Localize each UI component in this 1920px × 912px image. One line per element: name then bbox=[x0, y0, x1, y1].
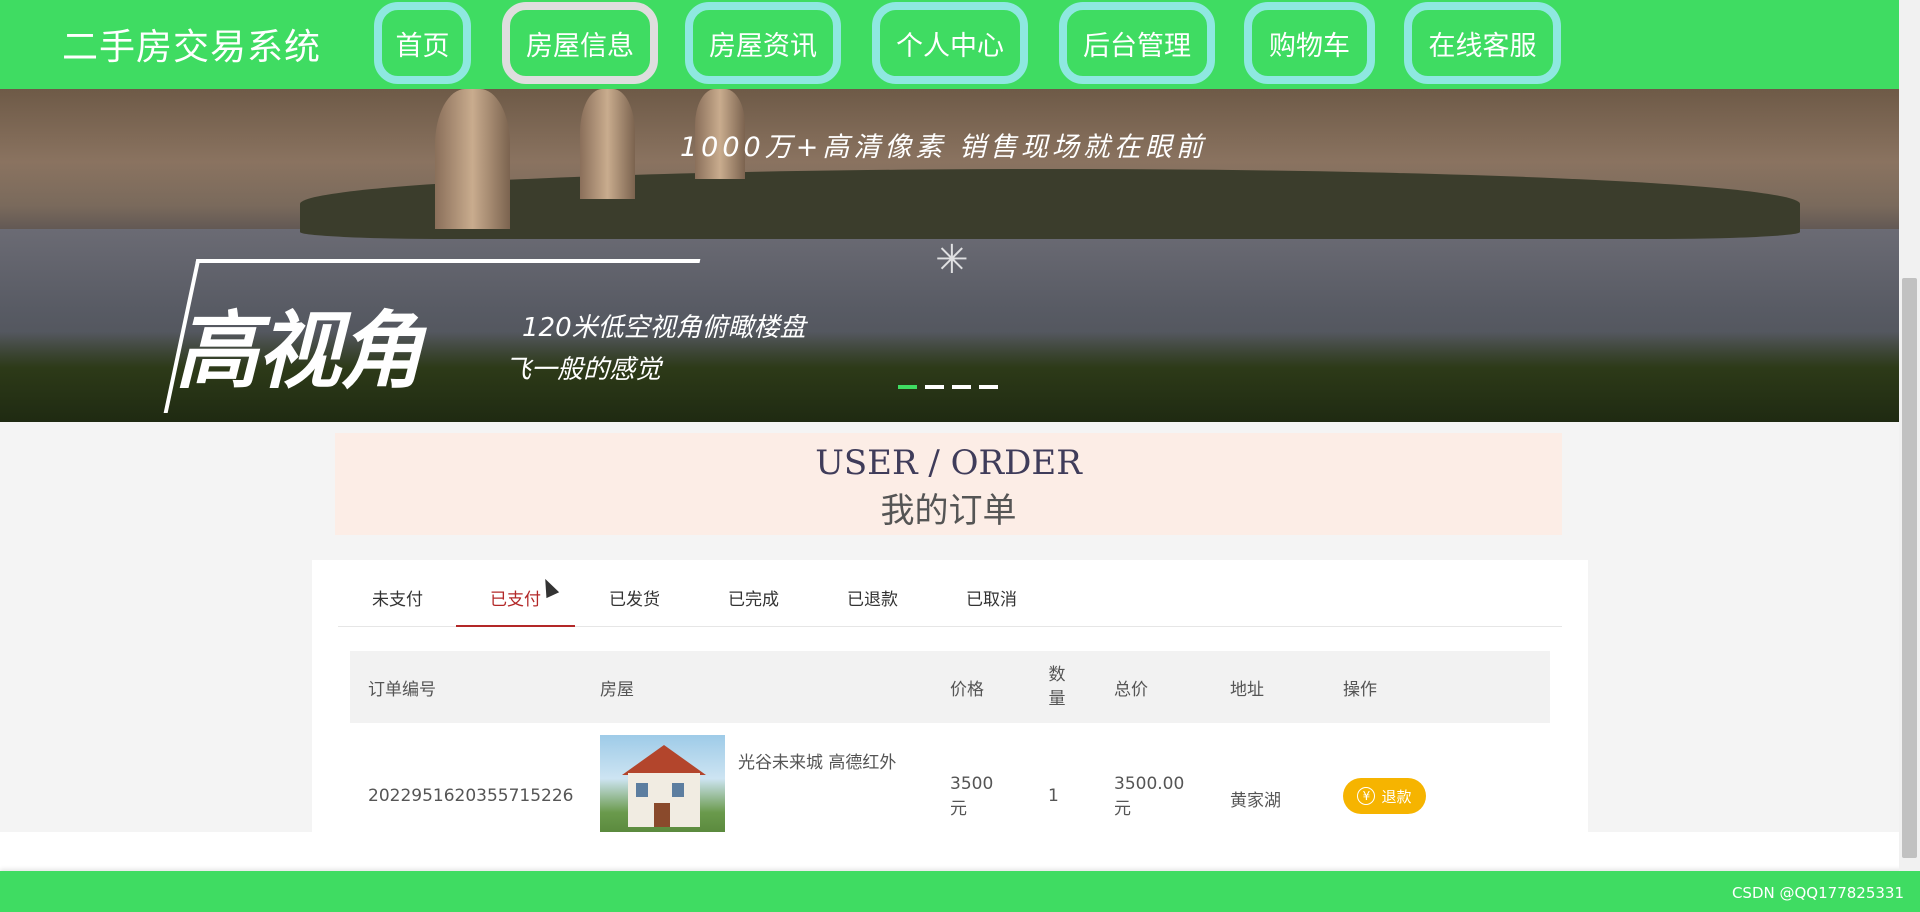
nav-online-service[interactable]: 在线客服 bbox=[1404, 2, 1561, 84]
tab-paid[interactable]: 已支付 bbox=[456, 574, 575, 627]
house-door bbox=[654, 803, 670, 827]
column-header-quantity: 数量 bbox=[1048, 665, 1066, 709]
column-header-price: 价格 bbox=[950, 679, 984, 700]
column-header-order-no: 订单编号 bbox=[368, 679, 436, 700]
yen-icon: ¥ bbox=[1357, 787, 1376, 805]
house-name[interactable]: 光谷未来城 高德红外 bbox=[738, 748, 896, 773]
carousel-dot[interactable] bbox=[952, 385, 971, 389]
banner-shore bbox=[300, 169, 1800, 239]
refund-button[interactable]: ¥ 退款 bbox=[1343, 778, 1426, 814]
vertical-scrollbar[interactable] bbox=[1899, 0, 1920, 871]
refund-button-label: 退款 bbox=[1381, 787, 1412, 806]
banner-tower bbox=[435, 89, 510, 229]
house-window bbox=[636, 783, 648, 797]
scrollbar-thumb[interactable] bbox=[1902, 278, 1917, 858]
total-price: 3500.00元 bbox=[1114, 774, 1185, 819]
banner-subtitle-2: 飞一般的感觉 bbox=[505, 355, 662, 385]
carousel-dot[interactable] bbox=[979, 385, 998, 389]
column-header-action: 操作 bbox=[1343, 679, 1377, 700]
banner-headline: 高视角 bbox=[175, 302, 423, 400]
quantity: 1 bbox=[1048, 786, 1059, 806]
site-title[interactable]: 二手房交易系统 bbox=[62, 18, 321, 70]
tab-completed[interactable]: 已完成 bbox=[694, 574, 813, 626]
house-roof bbox=[622, 745, 706, 775]
page-bottom-band bbox=[0, 832, 1899, 868]
price: 3500元 bbox=[950, 774, 994, 819]
footer-bar bbox=[0, 871, 1920, 912]
table-header: 订单编号 房屋 价格 数量 总价 地址 操作 bbox=[350, 651, 1550, 723]
nav-house-news[interactable]: 房屋资讯 bbox=[685, 2, 841, 84]
banner-carousel[interactable]: 1000万+高清像素 销售现场就在眼前 高视角 120米低空视角俯瞰楼盘 飞一般… bbox=[0, 89, 1899, 422]
tab-refunded[interactable]: 已退款 bbox=[813, 574, 932, 626]
tab-unpaid[interactable]: 未支付 bbox=[338, 574, 457, 626]
banner-tagline: 1000万+高清像素 销售现场就在眼前 bbox=[680, 132, 1207, 163]
tab-shipped[interactable]: 已发货 bbox=[575, 574, 694, 626]
column-header-house: 房屋 bbox=[600, 679, 634, 700]
watermark: CSDN @QQ177825331 bbox=[1731, 884, 1904, 902]
order-status-tabs: 未支付 已支付 已发货 已完成 已退款 已取消 bbox=[338, 574, 1562, 627]
nav-house-info[interactable]: 房屋信息 bbox=[502, 2, 658, 84]
house-window bbox=[672, 783, 684, 797]
order-number: 2022951620355715226 bbox=[368, 786, 574, 806]
address: 黄家湖 bbox=[1230, 791, 1281, 811]
carousel-indicators bbox=[898, 385, 998, 389]
loading-spinner-icon: ✳ bbox=[935, 237, 969, 283]
carousel-dot[interactable] bbox=[898, 385, 917, 389]
column-header-total: 总价 bbox=[1114, 679, 1148, 700]
tab-cancelled[interactable]: 已取消 bbox=[932, 574, 1051, 626]
nav-personal-center[interactable]: 个人中心 bbox=[872, 2, 1028, 84]
section-title-cn: 我的订单 bbox=[880, 491, 1017, 531]
section-title-en: USER / ORDER bbox=[815, 443, 1082, 483]
nav-cart[interactable]: 购物车 bbox=[1244, 2, 1375, 84]
banner-tower bbox=[580, 89, 635, 199]
column-header-address: 地址 bbox=[1230, 679, 1264, 700]
carousel-dot[interactable] bbox=[925, 385, 944, 389]
house-thumbnail[interactable] bbox=[600, 735, 725, 832]
banner-subtitle-1: 120米低空视角俯瞰楼盘 bbox=[522, 313, 806, 343]
section-title-box: USER / ORDER 我的订单 bbox=[335, 433, 1562, 535]
top-nav-bar: 二手房交易系统 首页 房屋信息 房屋资讯 个人中心 后台管理 购物车 在线客服 bbox=[0, 0, 1899, 89]
nav-home[interactable]: 首页 bbox=[374, 2, 471, 84]
nav-admin[interactable]: 后台管理 bbox=[1059, 2, 1215, 84]
